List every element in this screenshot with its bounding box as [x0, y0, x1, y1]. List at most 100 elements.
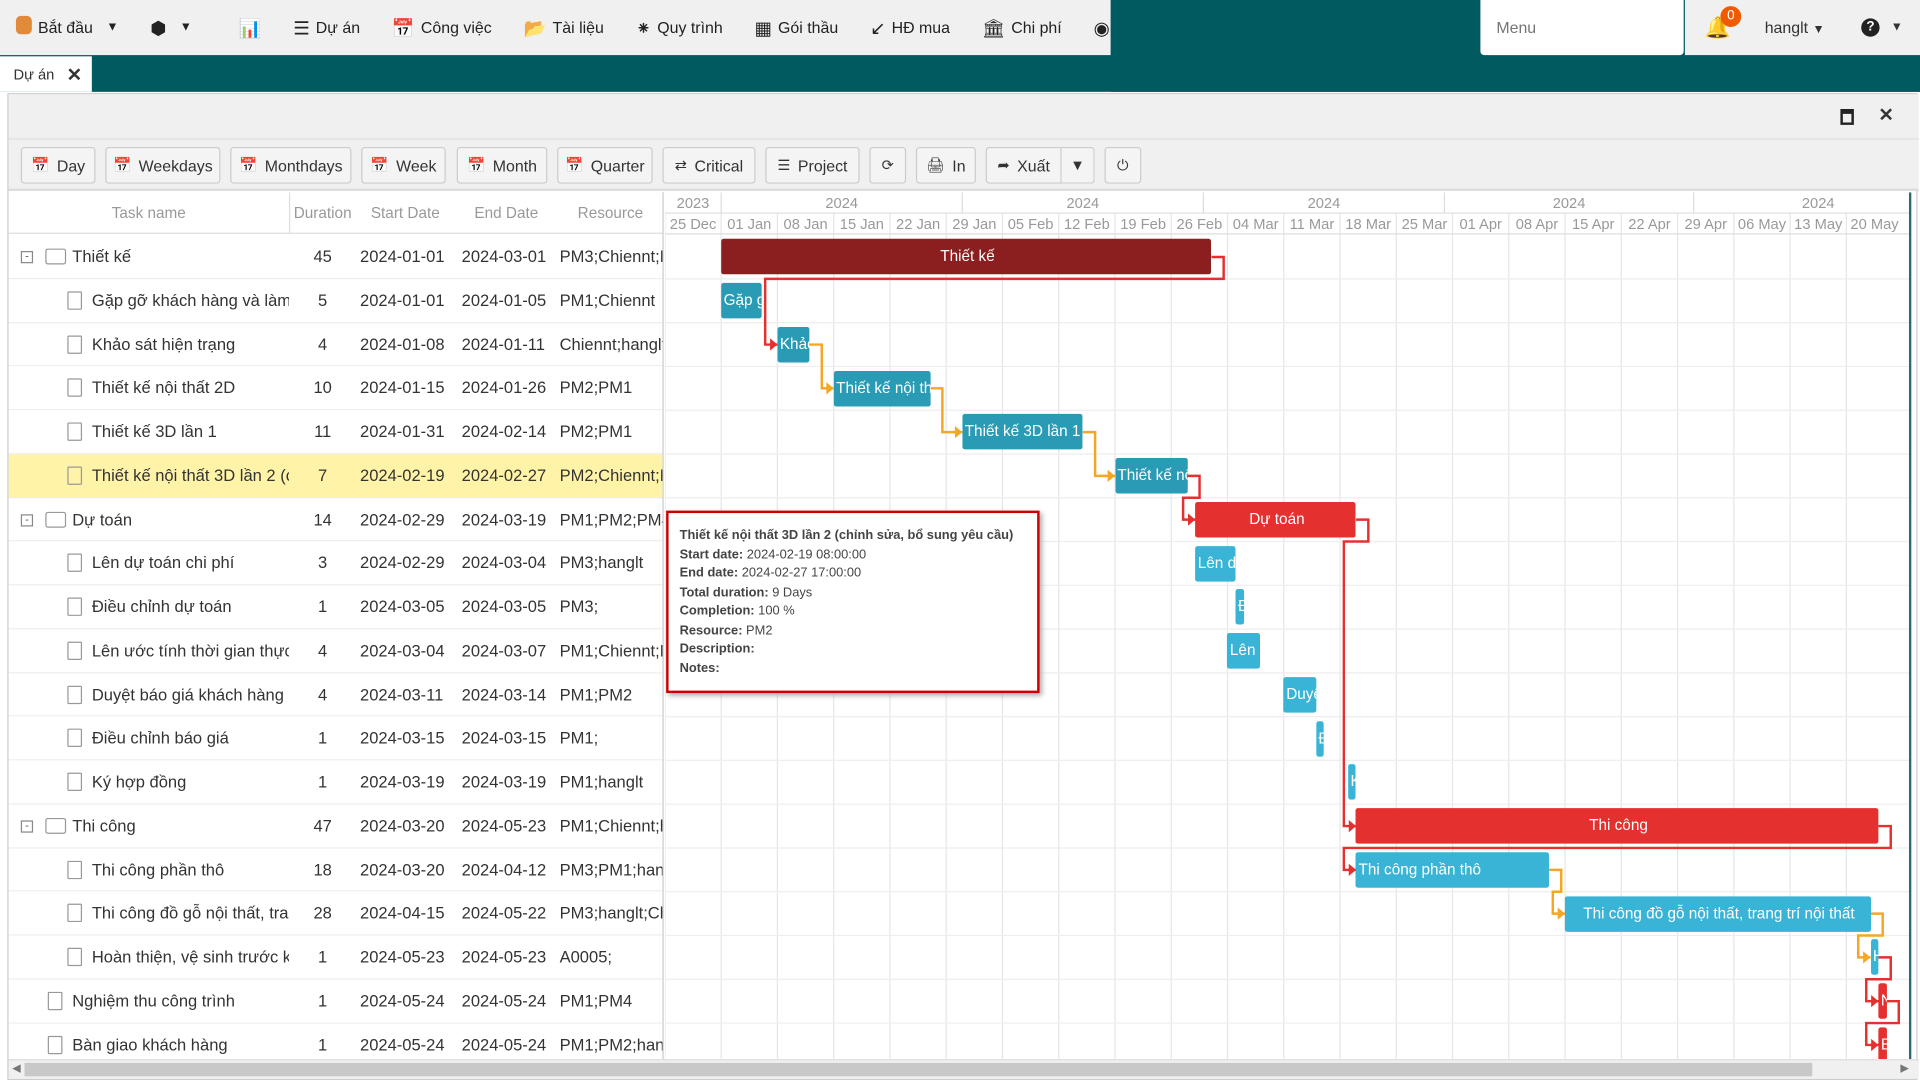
task-row[interactable]: Ký hợp đồng 1 2024-03-19 2024-03-19 PM1;hang… — [8, 760, 663, 805]
gantt-bar[interactable]: Thi công — [1356, 808, 1879, 844]
column-header[interactable]: End Date — [455, 192, 558, 234]
column-header[interactable]: Resource — [557, 192, 663, 234]
collapse-icon[interactable]: - — [20, 250, 34, 264]
task-row[interactable]: Điều chỉnh báo giá 1 2024-03-15 2024-03-15 P… — [8, 717, 663, 761]
button-label: Quarter — [590, 156, 645, 175]
task-row[interactable]: - Thi công 47 2024-03-20 2024-05-23 PM1;Chien… — [8, 804, 663, 848]
task-row[interactable]: Thi công phần thô 18 2024-03-20 2024-04-12 P… — [8, 848, 663, 892]
gantt-bar[interactable]: Dự toán — [1195, 501, 1357, 538]
close-icon[interactable]: ✕ — [1878, 104, 1893, 126]
column-header[interactable]: Duration — [290, 192, 356, 234]
button-label: Weekdays — [138, 156, 213, 175]
export-button[interactable]: ➦ Xuất — [985, 146, 1062, 184]
print-button[interactable]: 🖨 In — [915, 146, 976, 184]
task-row[interactable]: Lên dự toán chi phí 3 2024-02-29 2024-03-04… — [8, 542, 663, 586]
task-row[interactable]: Hoàn thiện, vệ sinh trước k 1 2024-05-23 20… — [8, 936, 663, 980]
export-dropdown-button[interactable]: ▼ — [1061, 146, 1095, 184]
task-end: 2024-05-22 — [461, 903, 547, 923]
gantt-bar[interactable]: Điều chỉnh báo giá — [1315, 720, 1324, 757]
task-row[interactable]: Thiết kế nội thất 2D 10 2024-01-15 2024-01-… — [8, 366, 663, 411]
file-icon — [67, 903, 83, 923]
task-row[interactable]: Thiết kế nội thất 3D lần 2 (chỉnh sửa, b… — [8, 453, 663, 498]
gantt-bar[interactable]: Thiết kế nội thất 3D lần 2 (chỉnh sửa, b… — [1114, 458, 1188, 494]
scroll-left-icon[interactable]: ◀ — [12, 1062, 20, 1075]
gantt-bar[interactable]: Thiết kế nội thất 2D — [833, 370, 931, 407]
caret-down-icon[interactable]: ▼ — [1891, 21, 1903, 34]
nav-label: Bắt đầu — [37, 18, 93, 37]
month-button[interactable]: 📅 Month — [456, 146, 548, 184]
critical-button[interactable]: ⇄ Critical — [662, 146, 756, 184]
task-row[interactable]: Nghiệm thu công trình 1 2024-05-24 2024-05-… — [8, 979, 663, 1024]
nav-item-8[interactable]: ↙ HĐ mua — [854, 0, 966, 55]
nav-item-6[interactable]: ⁕ Quy trình — [620, 0, 739, 55]
user-menu[interactable]: hanglt ▼ — [1765, 18, 1825, 36]
task-row[interactable]: Khảo sát hiện trạng 4 2024-01-08 2024-01-11… — [8, 323, 663, 367]
monthdays-button[interactable]: 📅 Monthdays — [230, 146, 352, 184]
file-icon — [67, 860, 83, 879]
task-name: Lên dự toán chi phí — [91, 553, 235, 573]
gantt-bar[interactable]: Thi công phần thô — [1356, 852, 1549, 888]
gantt-bar[interactable]: Bàn giao khách hàng — [1878, 1027, 1887, 1060]
tab-du-an[interactable]: Dự án ✕ — [0, 56, 92, 92]
gantt-bar[interactable]: Điều chỉnh dự toán — [1235, 589, 1244, 625]
gantt-bar[interactable]: Thiết kế 3D lần 1 — [962, 414, 1083, 450]
nav-item-chart[interactable]: 📊 — [223, 0, 278, 55]
gantt-bar[interactable]: Lên dự toán chi phí — [1195, 545, 1236, 582]
nav-item-0[interactable]: Bắt đầu ▼ — [0, 0, 134, 55]
nav-item-3[interactable]: ☰ Dự án — [277, 0, 376, 55]
power-button[interactable]: ⏻ — [1104, 146, 1142, 184]
task-row[interactable]: - Dự toán 14 2024-02-29 2024-03-19 PM1;PM2;PM… — [8, 498, 663, 542]
project-button[interactable]: ☰ Project — [765, 146, 860, 184]
scrollbar-thumb[interactable] — [24, 1062, 1813, 1077]
task-row[interactable]: Thiết kế 3D lần 1 11 2024-01-31 2024-02-14 P… — [8, 410, 663, 454]
task-row[interactable]: Gặp gỡ khách hàng và làm 5 2024-01-01 2024-… — [8, 279, 663, 323]
caret-down-icon: ▼ — [106, 20, 119, 35]
gantt-bar[interactable]: Ký hợp đồng — [1348, 764, 1357, 801]
day-button[interactable]: 📅 Day — [20, 146, 96, 184]
tab-bar — [0, 55, 1920, 92]
task-start: 2024-01-01 — [360, 291, 445, 310]
gantt-bar[interactable]: Hoàn thiện, vệ sinh trước k — [1870, 939, 1879, 976]
close-icon[interactable]: ✕ — [67, 63, 82, 85]
nav-item-box[interactable]: ⬢ ▼ — [134, 0, 207, 55]
column-header[interactable]: Start Date — [355, 192, 456, 234]
task-resource: PM1;Chiennt — [559, 291, 656, 310]
task-row[interactable]: Duyệt báo giá khách hàng 4 2024-03-11 2024-… — [8, 673, 663, 717]
horizontal-scrollbar[interactable]: ◀ ▶ — [8, 1059, 1919, 1079]
help-icon[interactable]: ? — [1861, 18, 1880, 37]
gantt-bar[interactable]: Khảo sát hiện trạng — [777, 326, 810, 363]
week-button[interactable]: 📅 Week — [361, 146, 446, 184]
nav-item-4[interactable]: 📅 Công việc — [376, 0, 508, 55]
task-row[interactable]: Thi công đồ gỗ nội thất, trang trí nội t… — [8, 892, 663, 936]
task-row[interactable]: Bàn giao khách hàng 1 2024-05-24 2024-05-24… — [9, 1023, 662, 1059]
scroll-right-icon[interactable]: ▶ — [1900, 1062, 1908, 1075]
collapse-icon[interactable]: - — [20, 819, 34, 833]
nav-item-5[interactable]: 📂 Tài liệu — [508, 0, 620, 55]
menu-search-input[interactable] — [1480, 0, 1684, 56]
task-start: 2024-04-15 — [360, 903, 445, 923]
gantt-bar[interactable]: Lên ước tính thời gian thực — [1227, 633, 1260, 669]
task-duration: 1 — [318, 991, 328, 1010]
weekdays-button[interactable]: 📅 Weekdays — [105, 146, 221, 184]
tab-label: Dự án — [13, 65, 55, 83]
folder-icon: 📂 — [523, 17, 547, 39]
week-label: 08 Apr — [1516, 217, 1559, 233]
refresh-button[interactable]: ⟳ — [869, 146, 907, 184]
bell-icon[interactable]: 🔔 0 — [1704, 5, 1742, 39]
column-header[interactable]: Task name — [8, 192, 291, 234]
refresh-icon: ⟳ — [881, 156, 894, 174]
gantt-bar[interactable]: Gặp gỡ khách hàng và làm — [721, 283, 762, 319]
collapse-icon[interactable]: - — [20, 513, 34, 526]
restore-icon[interactable] — [1840, 108, 1854, 125]
gantt-bar[interactable]: Nghiệm thu công trình — [1878, 983, 1887, 1019]
nav-item-7[interactable]: ▦ Gói thầu — [739, 0, 855, 55]
task-row[interactable]: - Thiết kế 45 2024-01-01 2024-03-01 PM3;Chien… — [8, 235, 663, 279]
task-row[interactable]: Điều chỉnh dự toán 1 2024-03-05 2024-03-05 P… — [8, 585, 663, 630]
gantt-bar[interactable]: Duyệt báo giá khách hàng — [1283, 676, 1316, 713]
nav-item-9[interactable]: 🏛 Chi phí — [966, 0, 1078, 55]
quarter-button[interactable]: 📅 Quarter — [557, 146, 653, 184]
gantt-bar[interactable]: Thiết kế — [721, 239, 1212, 275]
gantt-bar[interactable]: Thi công đồ gỗ nội thất, trang trí nội t… — [1565, 895, 1871, 932]
week-label: 19 Feb — [1120, 217, 1166, 233]
task-row[interactable]: Lên ước tính thời gian thực 4 2024-03-04 20… — [8, 629, 663, 673]
